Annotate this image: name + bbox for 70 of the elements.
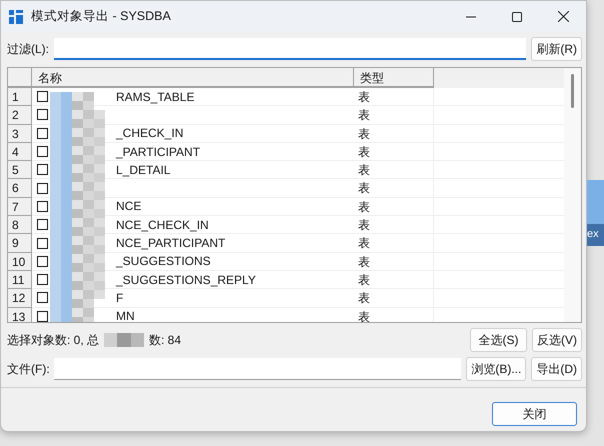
table-cell: 表 bbox=[354, 142, 434, 162]
table-cell: RAMS_TABLE bbox=[116, 90, 194, 104]
table-cell: 表 bbox=[354, 216, 434, 234]
maximize-icon bbox=[512, 12, 522, 22]
table-cell: MN bbox=[116, 309, 135, 322]
table-cell: F bbox=[116, 290, 124, 305]
row-number: 7 bbox=[8, 198, 32, 216]
table-cell: 表 bbox=[354, 88, 434, 106]
status-text: 选择对象数: 0, 总 bbox=[7, 332, 100, 348]
close-button[interactable]: 关闭 bbox=[492, 402, 577, 426]
select-all-button[interactable]: 全选(S) bbox=[470, 328, 527, 352]
browse-button[interactable]: 浏览(B)... bbox=[466, 357, 526, 381]
table-cell: 表 bbox=[354, 234, 434, 253]
row-number: 10 bbox=[8, 252, 32, 271]
table-cell: 表 bbox=[354, 252, 434, 271]
checkbox[interactable] bbox=[37, 219, 48, 230]
row-number: 13 bbox=[8, 308, 32, 322]
checkbox[interactable] bbox=[37, 310, 48, 322]
row-number: 5 bbox=[8, 161, 32, 180]
table-cell: 表 bbox=[354, 124, 434, 143]
table-cell: _SUGGESTIONS_REPLY bbox=[116, 272, 256, 287]
table-cell: 表 bbox=[354, 161, 434, 180]
table-cell: 表 bbox=[354, 270, 434, 290]
table-cell: 表 bbox=[354, 179, 434, 198]
filter-field[interactable] bbox=[54, 38, 526, 60]
checkbox[interactable] bbox=[37, 146, 48, 158]
table-cell: 表 bbox=[354, 308, 434, 322]
row-number: 3 bbox=[8, 124, 32, 143]
checkbox[interactable] bbox=[37, 128, 48, 139]
table-cell: 表 bbox=[354, 106, 434, 125]
app-icon bbox=[9, 10, 23, 24]
row-number: 9 bbox=[8, 234, 32, 253]
row-number: 8 bbox=[8, 216, 32, 234]
table-cell: L_DETAIL bbox=[116, 162, 170, 177]
row-number: 2 bbox=[8, 106, 32, 125]
row-number: 6 bbox=[8, 179, 32, 198]
row-number: 1 bbox=[8, 88, 32, 106]
checkbox[interactable] bbox=[37, 164, 48, 176]
checkbox[interactable] bbox=[37, 182, 48, 194]
file-label: 文件(F): bbox=[7, 360, 49, 378]
column-header: 名称 bbox=[32, 68, 354, 88]
row-number: 4 bbox=[8, 142, 32, 162]
table-cell: _PARTICIPANT bbox=[116, 144, 200, 159]
redaction-mosaic bbox=[104, 333, 144, 347]
checkbox[interactable] bbox=[37, 200, 48, 212]
status-text: 数: 84 bbox=[149, 332, 182, 348]
refresh-button[interactable]: 刷新(R) bbox=[531, 37, 582, 61]
checkbox[interactable] bbox=[37, 274, 48, 286]
row-number: 11 bbox=[8, 270, 32, 290]
table-cell: _CHECK_IN bbox=[116, 126, 184, 140]
table-cell: NCE_CHECK_IN bbox=[116, 218, 209, 232]
row-number: 12 bbox=[8, 289, 32, 308]
checkbox[interactable] bbox=[37, 238, 48, 249]
table-cell: 表 bbox=[354, 198, 434, 216]
invert-selection-button[interactable]: 反选(V) bbox=[532, 328, 582, 352]
checkbox[interactable] bbox=[37, 256, 48, 267]
filter-label: 过滤(L): bbox=[7, 40, 49, 58]
checkbox[interactable] bbox=[37, 292, 48, 304]
table-cell: NCE bbox=[116, 199, 142, 214]
table-cell: 表 bbox=[354, 289, 434, 308]
table-cell: _SUGGESTIONS bbox=[116, 254, 211, 268]
checkbox[interactable] bbox=[37, 91, 48, 102]
table-cell: NCE_PARTICIPANT bbox=[116, 236, 226, 250]
background-label: ex bbox=[587, 224, 604, 246]
close-icon bbox=[558, 11, 568, 22]
file-field[interactable] bbox=[54, 358, 462, 380]
column-header: 类型 bbox=[354, 68, 434, 88]
checkbox[interactable] bbox=[37, 109, 48, 120]
window-title: 模式对象导出 - SYSDBA bbox=[31, 8, 172, 25]
export-button[interactable]: 导出(D) bbox=[531, 357, 582, 381]
